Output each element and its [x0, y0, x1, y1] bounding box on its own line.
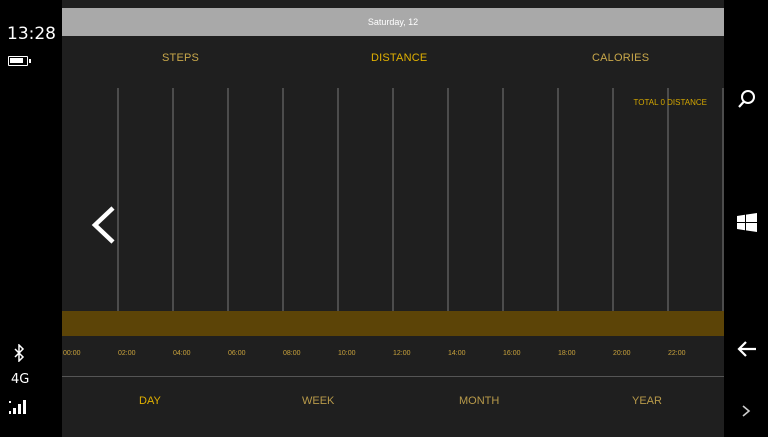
windows-icon[interactable]: [736, 212, 758, 234]
hour-tick-label: 00:00: [63, 350, 81, 357]
hour-tick-label: 06:00: [228, 350, 246, 357]
battery-icon: [8, 56, 31, 66]
activity-chart: [62, 88, 724, 313]
range-tab-month[interactable]: MONTH: [459, 395, 499, 407]
hour-tick-label: 04:00: [173, 350, 191, 357]
chevron-right-icon[interactable]: [738, 402, 754, 420]
tab-distance[interactable]: DISTANCE: [371, 52, 427, 64]
network-type: 4G: [11, 372, 30, 387]
tab-steps[interactable]: STEPS: [162, 52, 199, 64]
hour-tick-label: 20:00: [613, 350, 631, 357]
hour-tick-label: 18:00: [558, 350, 576, 357]
back-arrow-icon[interactable]: [736, 338, 758, 360]
navigation-bar: [724, 0, 768, 437]
range-tab-day[interactable]: DAY: [139, 395, 161, 407]
hour-tick-label: 22:00: [668, 350, 686, 357]
bluetooth-icon: [14, 344, 25, 362]
range-tab-year[interactable]: YEAR: [632, 395, 662, 407]
hour-tick-label: 12:00: [393, 350, 411, 357]
hour-tick-label: 02:00: [118, 350, 136, 357]
date-bar: Saturday, 12: [62, 8, 724, 36]
chart-gridlines: [117, 88, 724, 313]
divider: [62, 376, 724, 377]
clock: 13:28: [7, 24, 56, 44]
chevron-left-icon[interactable]: [89, 204, 119, 246]
hour-tick-label: 10:00: [338, 350, 356, 357]
hour-tick-label: 08:00: [283, 350, 301, 357]
range-tab-week[interactable]: WEEK: [302, 395, 334, 407]
signal-icon: [9, 400, 26, 414]
activity-bar-strip: [62, 311, 724, 336]
total-distance-label: TOTAL 0 DISTANCE: [633, 98, 708, 107]
status-bar: 13:28 4G: [0, 0, 62, 437]
search-icon[interactable]: [736, 88, 758, 110]
hour-tick-label: 16:00: [503, 350, 521, 357]
tab-calories[interactable]: CALORIES: [592, 52, 649, 64]
hour-tick-label: 14:00: [448, 350, 466, 357]
app-area: Saturday, 12 STEPS DISTANCE CALORIES TOT…: [62, 0, 724, 437]
date-label: Saturday, 12: [367, 17, 419, 27]
